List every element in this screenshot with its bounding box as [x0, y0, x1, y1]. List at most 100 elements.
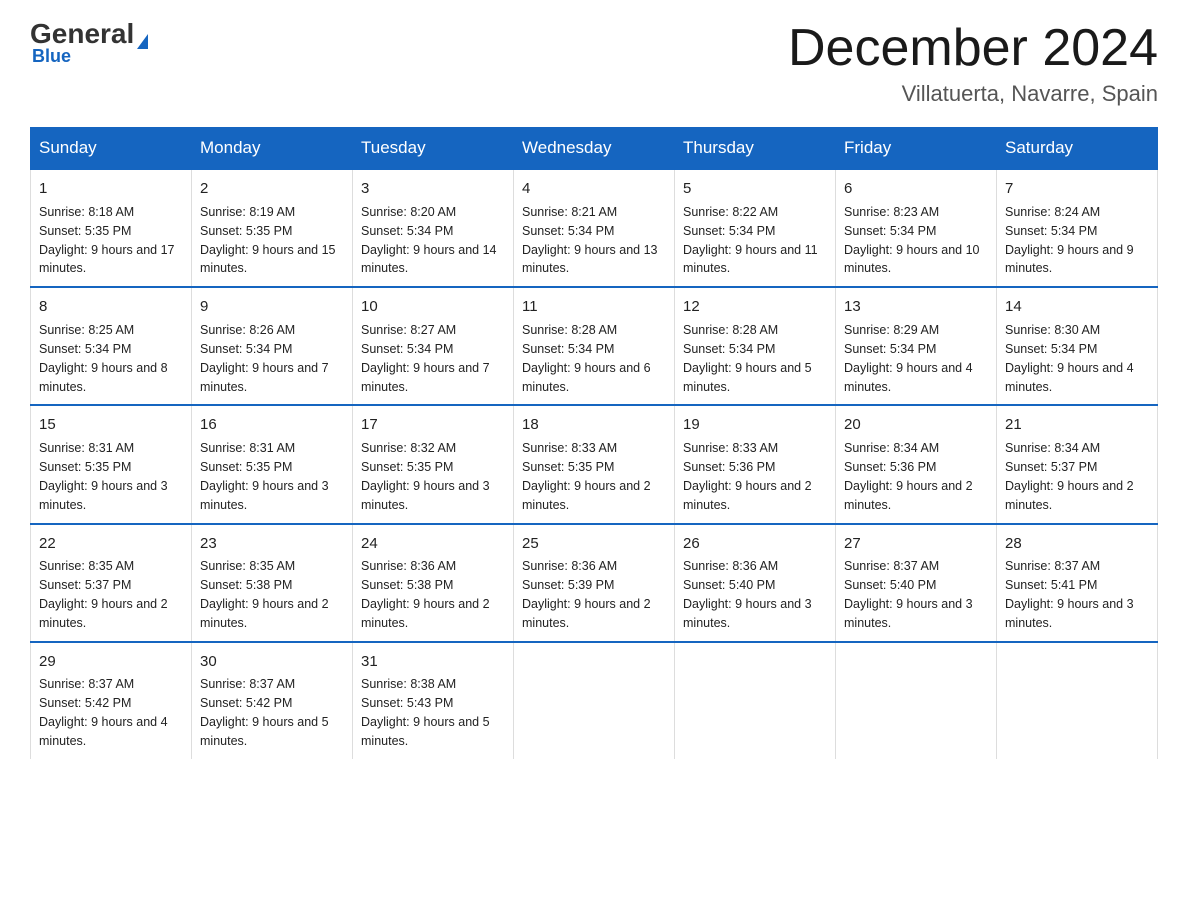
day-info: Sunrise: 8:38 AMSunset: 5:43 PMDaylight:… [361, 677, 490, 748]
calendar-cell [514, 642, 675, 759]
weekday-header-wednesday: Wednesday [514, 128, 675, 170]
logo-blue: Blue [30, 46, 71, 67]
calendar-cell: 26Sunrise: 8:36 AMSunset: 5:40 PMDayligh… [675, 524, 836, 642]
calendar-cell: 9 Sunrise: 8:26 AMSunset: 5:34 PMDaylight… [192, 287, 353, 405]
calendar-cell: 18 Sunrise: 8:33 AMSunset: 5:35 PMDayligh… [514, 405, 675, 523]
day-number: 13 [844, 296, 988, 318]
day-info: Sunrise: 8:36 AMSunset: 5:39 PMDaylight:… [522, 559, 651, 630]
calendar-cell: 12 Sunrise: 8:28 AMSunset: 5:34 PMDayligh… [675, 287, 836, 405]
day-info: Sunrise: 8:33 AMSunset: 5:36 PMDaylight:… [683, 441, 812, 512]
calendar-cell: 30 Sunrise: 8:37 AMSunset: 5:42 PMDayligh… [192, 642, 353, 759]
calendar-cell: 17Sunrise: 8:32 AMSunset: 5:35 PMDayligh… [353, 405, 514, 523]
day-info: Sunrise: 8:28 AMSunset: 5:34 PMDaylight:… [683, 323, 812, 394]
day-number: 2 [200, 178, 344, 200]
day-info: Sunrise: 8:29 AMSunset: 5:34 PMDaylight:… [844, 323, 973, 394]
day-number: 9 [200, 296, 344, 318]
calendar-week-3: 15Sunrise: 8:31 AMSunset: 5:35 PMDayligh… [31, 405, 1158, 523]
day-number: 4 [522, 178, 666, 200]
calendar-cell: 16Sunrise: 8:31 AMSunset: 5:35 PMDayligh… [192, 405, 353, 523]
calendar-cell: 7 Sunrise: 8:24 AMSunset: 5:34 PMDaylight… [997, 169, 1158, 287]
day-info: Sunrise: 8:35 AMSunset: 5:37 PMDaylight:… [39, 559, 168, 630]
calendar-cell: 3Sunrise: 8:20 AMSunset: 5:34 PMDaylight… [353, 169, 514, 287]
weekday-header-tuesday: Tuesday [353, 128, 514, 170]
weekday-header-saturday: Saturday [997, 128, 1158, 170]
calendar-week-2: 8 Sunrise: 8:25 AMSunset: 5:34 PMDaylight… [31, 287, 1158, 405]
day-info: Sunrise: 8:34 AMSunset: 5:37 PMDaylight:… [1005, 441, 1134, 512]
day-info: Sunrise: 8:21 AMSunset: 5:34 PMDaylight:… [522, 205, 658, 276]
calendar-week-5: 29 Sunrise: 8:37 AMSunset: 5:42 PMDayligh… [31, 642, 1158, 759]
day-number: 21 [1005, 414, 1149, 436]
calendar-week-1: 1Sunrise: 8:18 AMSunset: 5:35 PMDaylight… [31, 169, 1158, 287]
logo: General Blue [30, 20, 148, 67]
calendar-cell: 11Sunrise: 8:28 AMSunset: 5:34 PMDayligh… [514, 287, 675, 405]
day-info: Sunrise: 8:25 AMSunset: 5:34 PMDaylight:… [39, 323, 168, 394]
calendar-cell: 24 Sunrise: 8:36 AMSunset: 5:38 PMDayligh… [353, 524, 514, 642]
day-number: 5 [683, 178, 827, 200]
calendar-cell: 19 Sunrise: 8:33 AMSunset: 5:36 PMDayligh… [675, 405, 836, 523]
day-info: Sunrise: 8:37 AMSunset: 5:41 PMDaylight:… [1005, 559, 1134, 630]
day-info: Sunrise: 8:33 AMSunset: 5:35 PMDaylight:… [522, 441, 651, 512]
day-number: 7 [1005, 178, 1149, 200]
day-number: 6 [844, 178, 988, 200]
weekday-header-monday: Monday [192, 128, 353, 170]
calendar-cell: 15Sunrise: 8:31 AMSunset: 5:35 PMDayligh… [31, 405, 192, 523]
day-number: 14 [1005, 296, 1149, 318]
calendar-cell: 4 Sunrise: 8:21 AMSunset: 5:34 PMDaylight… [514, 169, 675, 287]
day-info: Sunrise: 8:23 AMSunset: 5:34 PMDaylight:… [844, 205, 980, 276]
location: Villatuerta, Navarre, Spain [788, 81, 1158, 107]
weekday-header-sunday: Sunday [31, 128, 192, 170]
day-number: 18 [522, 414, 666, 436]
weekday-header-thursday: Thursday [675, 128, 836, 170]
calendar-header-row: SundayMondayTuesdayWednesdayThursdayFrid… [31, 128, 1158, 170]
calendar-week-4: 22Sunrise: 8:35 AMSunset: 5:37 PMDayligh… [31, 524, 1158, 642]
logo-triangle-icon [137, 34, 148, 49]
calendar-cell: 6 Sunrise: 8:23 AMSunset: 5:34 PMDaylight… [836, 169, 997, 287]
day-number: 19 [683, 414, 827, 436]
logo-general: General [30, 18, 134, 49]
day-info: Sunrise: 8:32 AMSunset: 5:35 PMDaylight:… [361, 441, 490, 512]
calendar-body: 1Sunrise: 8:18 AMSunset: 5:35 PMDaylight… [31, 169, 1158, 759]
day-number: 27 [844, 533, 988, 555]
day-number: 23 [200, 533, 344, 555]
day-info: Sunrise: 8:22 AMSunset: 5:34 PMDaylight:… [683, 205, 818, 276]
calendar-cell [997, 642, 1158, 759]
day-number: 8 [39, 296, 183, 318]
day-number: 1 [39, 178, 183, 200]
calendar-cell: 20 Sunrise: 8:34 AMSunset: 5:36 PMDayligh… [836, 405, 997, 523]
day-number: 31 [361, 651, 505, 673]
day-number: 20 [844, 414, 988, 436]
day-info: Sunrise: 8:36 AMSunset: 5:38 PMDaylight:… [361, 559, 490, 630]
day-number: 16 [200, 414, 344, 436]
calendar-cell: 2 Sunrise: 8:19 AMSunset: 5:35 PMDaylight… [192, 169, 353, 287]
day-number: 25 [522, 533, 666, 555]
day-info: Sunrise: 8:26 AMSunset: 5:34 PMDaylight:… [200, 323, 329, 394]
day-info: Sunrise: 8:24 AMSunset: 5:34 PMDaylight:… [1005, 205, 1134, 276]
logo-text: General [30, 20, 148, 48]
calendar-cell: 21 Sunrise: 8:34 AMSunset: 5:37 PMDayligh… [997, 405, 1158, 523]
calendar-cell: 8 Sunrise: 8:25 AMSunset: 5:34 PMDaylight… [31, 287, 192, 405]
calendar-cell: 10 Sunrise: 8:27 AMSunset: 5:34 PMDayligh… [353, 287, 514, 405]
day-info: Sunrise: 8:37 AMSunset: 5:42 PMDaylight:… [200, 677, 329, 748]
day-number: 12 [683, 296, 827, 318]
calendar-cell: 29Sunrise: 8:37 AMSunset: 5:42 PMDayligh… [31, 642, 192, 759]
day-number: 3 [361, 178, 505, 200]
day-info: Sunrise: 8:35 AMSunset: 5:38 PMDaylight:… [200, 559, 329, 630]
day-info: Sunrise: 8:28 AMSunset: 5:34 PMDaylight:… [522, 323, 651, 394]
day-info: Sunrise: 8:19 AMSunset: 5:35 PMDaylight:… [200, 205, 336, 276]
day-number: 15 [39, 414, 183, 436]
calendar-cell: 1Sunrise: 8:18 AMSunset: 5:35 PMDaylight… [31, 169, 192, 287]
calendar-cell: 14Sunrise: 8:30 AMSunset: 5:34 PMDayligh… [997, 287, 1158, 405]
calendar-table: SundayMondayTuesdayWednesdayThursdayFrid… [30, 127, 1158, 759]
day-info: Sunrise: 8:37 AMSunset: 5:40 PMDaylight:… [844, 559, 973, 630]
calendar-cell [675, 642, 836, 759]
calendar-cell: 22Sunrise: 8:35 AMSunset: 5:37 PMDayligh… [31, 524, 192, 642]
day-info: Sunrise: 8:27 AMSunset: 5:34 PMDaylight:… [361, 323, 490, 394]
calendar-cell: 5 Sunrise: 8:22 AMSunset: 5:34 PMDaylight… [675, 169, 836, 287]
day-number: 30 [200, 651, 344, 673]
page-header: General Blue December 2024 Villatuerta, … [30, 20, 1158, 107]
day-number: 24 [361, 533, 505, 555]
day-number: 10 [361, 296, 505, 318]
day-info: Sunrise: 8:34 AMSunset: 5:36 PMDaylight:… [844, 441, 973, 512]
day-number: 29 [39, 651, 183, 673]
calendar-cell: 27 Sunrise: 8:37 AMSunset: 5:40 PMDayligh… [836, 524, 997, 642]
